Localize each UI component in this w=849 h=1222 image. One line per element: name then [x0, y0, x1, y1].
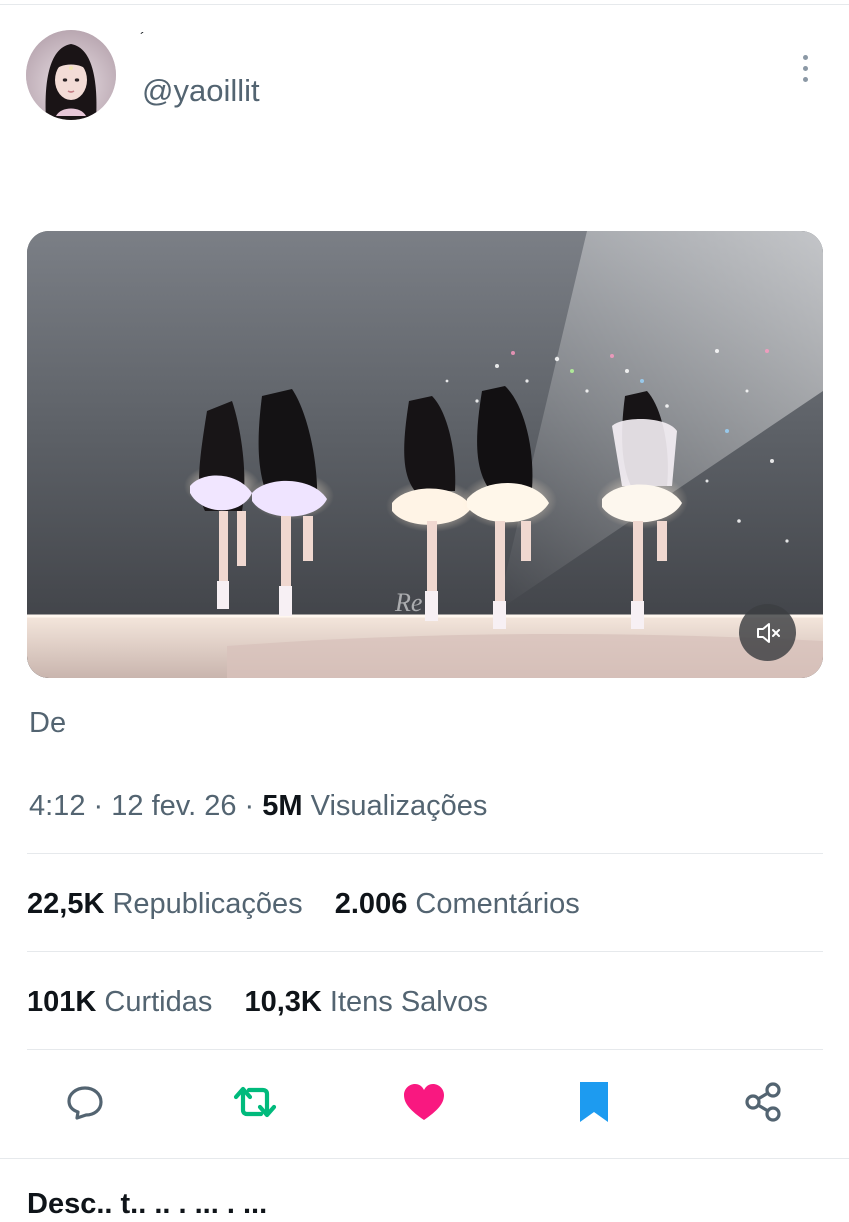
avatar-image — [26, 30, 116, 120]
bookmark-icon — [580, 1082, 608, 1122]
post-date[interactable]: 12 fev. 26 — [111, 790, 236, 822]
divider — [27, 1049, 823, 1050]
post-video[interactable]: Re — [27, 231, 823, 678]
separator: · — [93, 790, 104, 822]
action-bar — [0, 1070, 849, 1134]
stats-row-2: 101K Curtidas 10,3K Itens Salvos — [27, 984, 512, 1020]
bookmarks-count: 10,3K — [244, 986, 322, 1018]
reply-button[interactable] — [53, 1070, 117, 1134]
repost-arrows-icon — [233, 1086, 277, 1118]
repost-button[interactable] — [223, 1070, 287, 1134]
top-divider — [0, 4, 849, 5]
more-dot — [802, 54, 808, 60]
section-divider — [0, 1158, 849, 1159]
views-count: 5M — [262, 790, 303, 822]
speaker-muted-icon — [756, 622, 780, 643]
bookmarks-label: Itens Salvos — [329, 986, 488, 1018]
author-display-name[interactable]: ´ — [140, 30, 145, 44]
separator: · — [244, 790, 255, 822]
post-metadata: 4:12 · 12 fev. 26 · 5M Visualizações — [29, 788, 487, 824]
share-nodes-icon — [745, 1082, 781, 1122]
comments-count: 2.006 — [334, 888, 408, 920]
more-dot — [802, 65, 808, 71]
views-label: Visualizações — [310, 790, 488, 822]
author-handle[interactable]: @yaoillit — [142, 73, 260, 109]
reposts-label: Republicações — [112, 888, 303, 920]
bookmarks-stat[interactable]: 10,3K Itens Salvos — [244, 984, 487, 1020]
heart-icon — [404, 1084, 444, 1120]
likes-stat[interactable]: 101K Curtidas — [27, 984, 212, 1020]
speech-bubble-icon — [67, 1086, 103, 1120]
comments-label: Comentários — [415, 888, 580, 920]
next-section-heading: Desc.. t.. .. . ... . ... — [27, 1188, 268, 1220]
stats-row-1: 22,5K Republicações 2.006 Comentários — [27, 886, 604, 922]
like-button[interactable] — [392, 1070, 456, 1134]
share-button[interactable] — [731, 1070, 795, 1134]
reposts-stat[interactable]: 22,5K Republicações — [27, 886, 303, 922]
more-dot — [802, 76, 808, 82]
likes-label: Curtidas — [104, 986, 213, 1018]
more-options-button[interactable] — [790, 50, 820, 86]
likes-count: 101K — [27, 986, 97, 1018]
video-watermark: Re — [394, 588, 422, 617]
post-time[interactable]: 4:12 — [29, 790, 85, 822]
divider — [27, 853, 823, 854]
comments-stat[interactable]: 2.006 Comentários — [335, 886, 580, 922]
author-avatar[interactable] — [26, 30, 116, 120]
video-frame: Re — [27, 231, 823, 678]
divider — [27, 951, 823, 952]
post-text: De — [29, 707, 67, 739]
reposts-count: 22,5K — [27, 888, 105, 920]
unmute-button[interactable] — [739, 604, 796, 661]
bookmark-button[interactable] — [562, 1070, 626, 1134]
